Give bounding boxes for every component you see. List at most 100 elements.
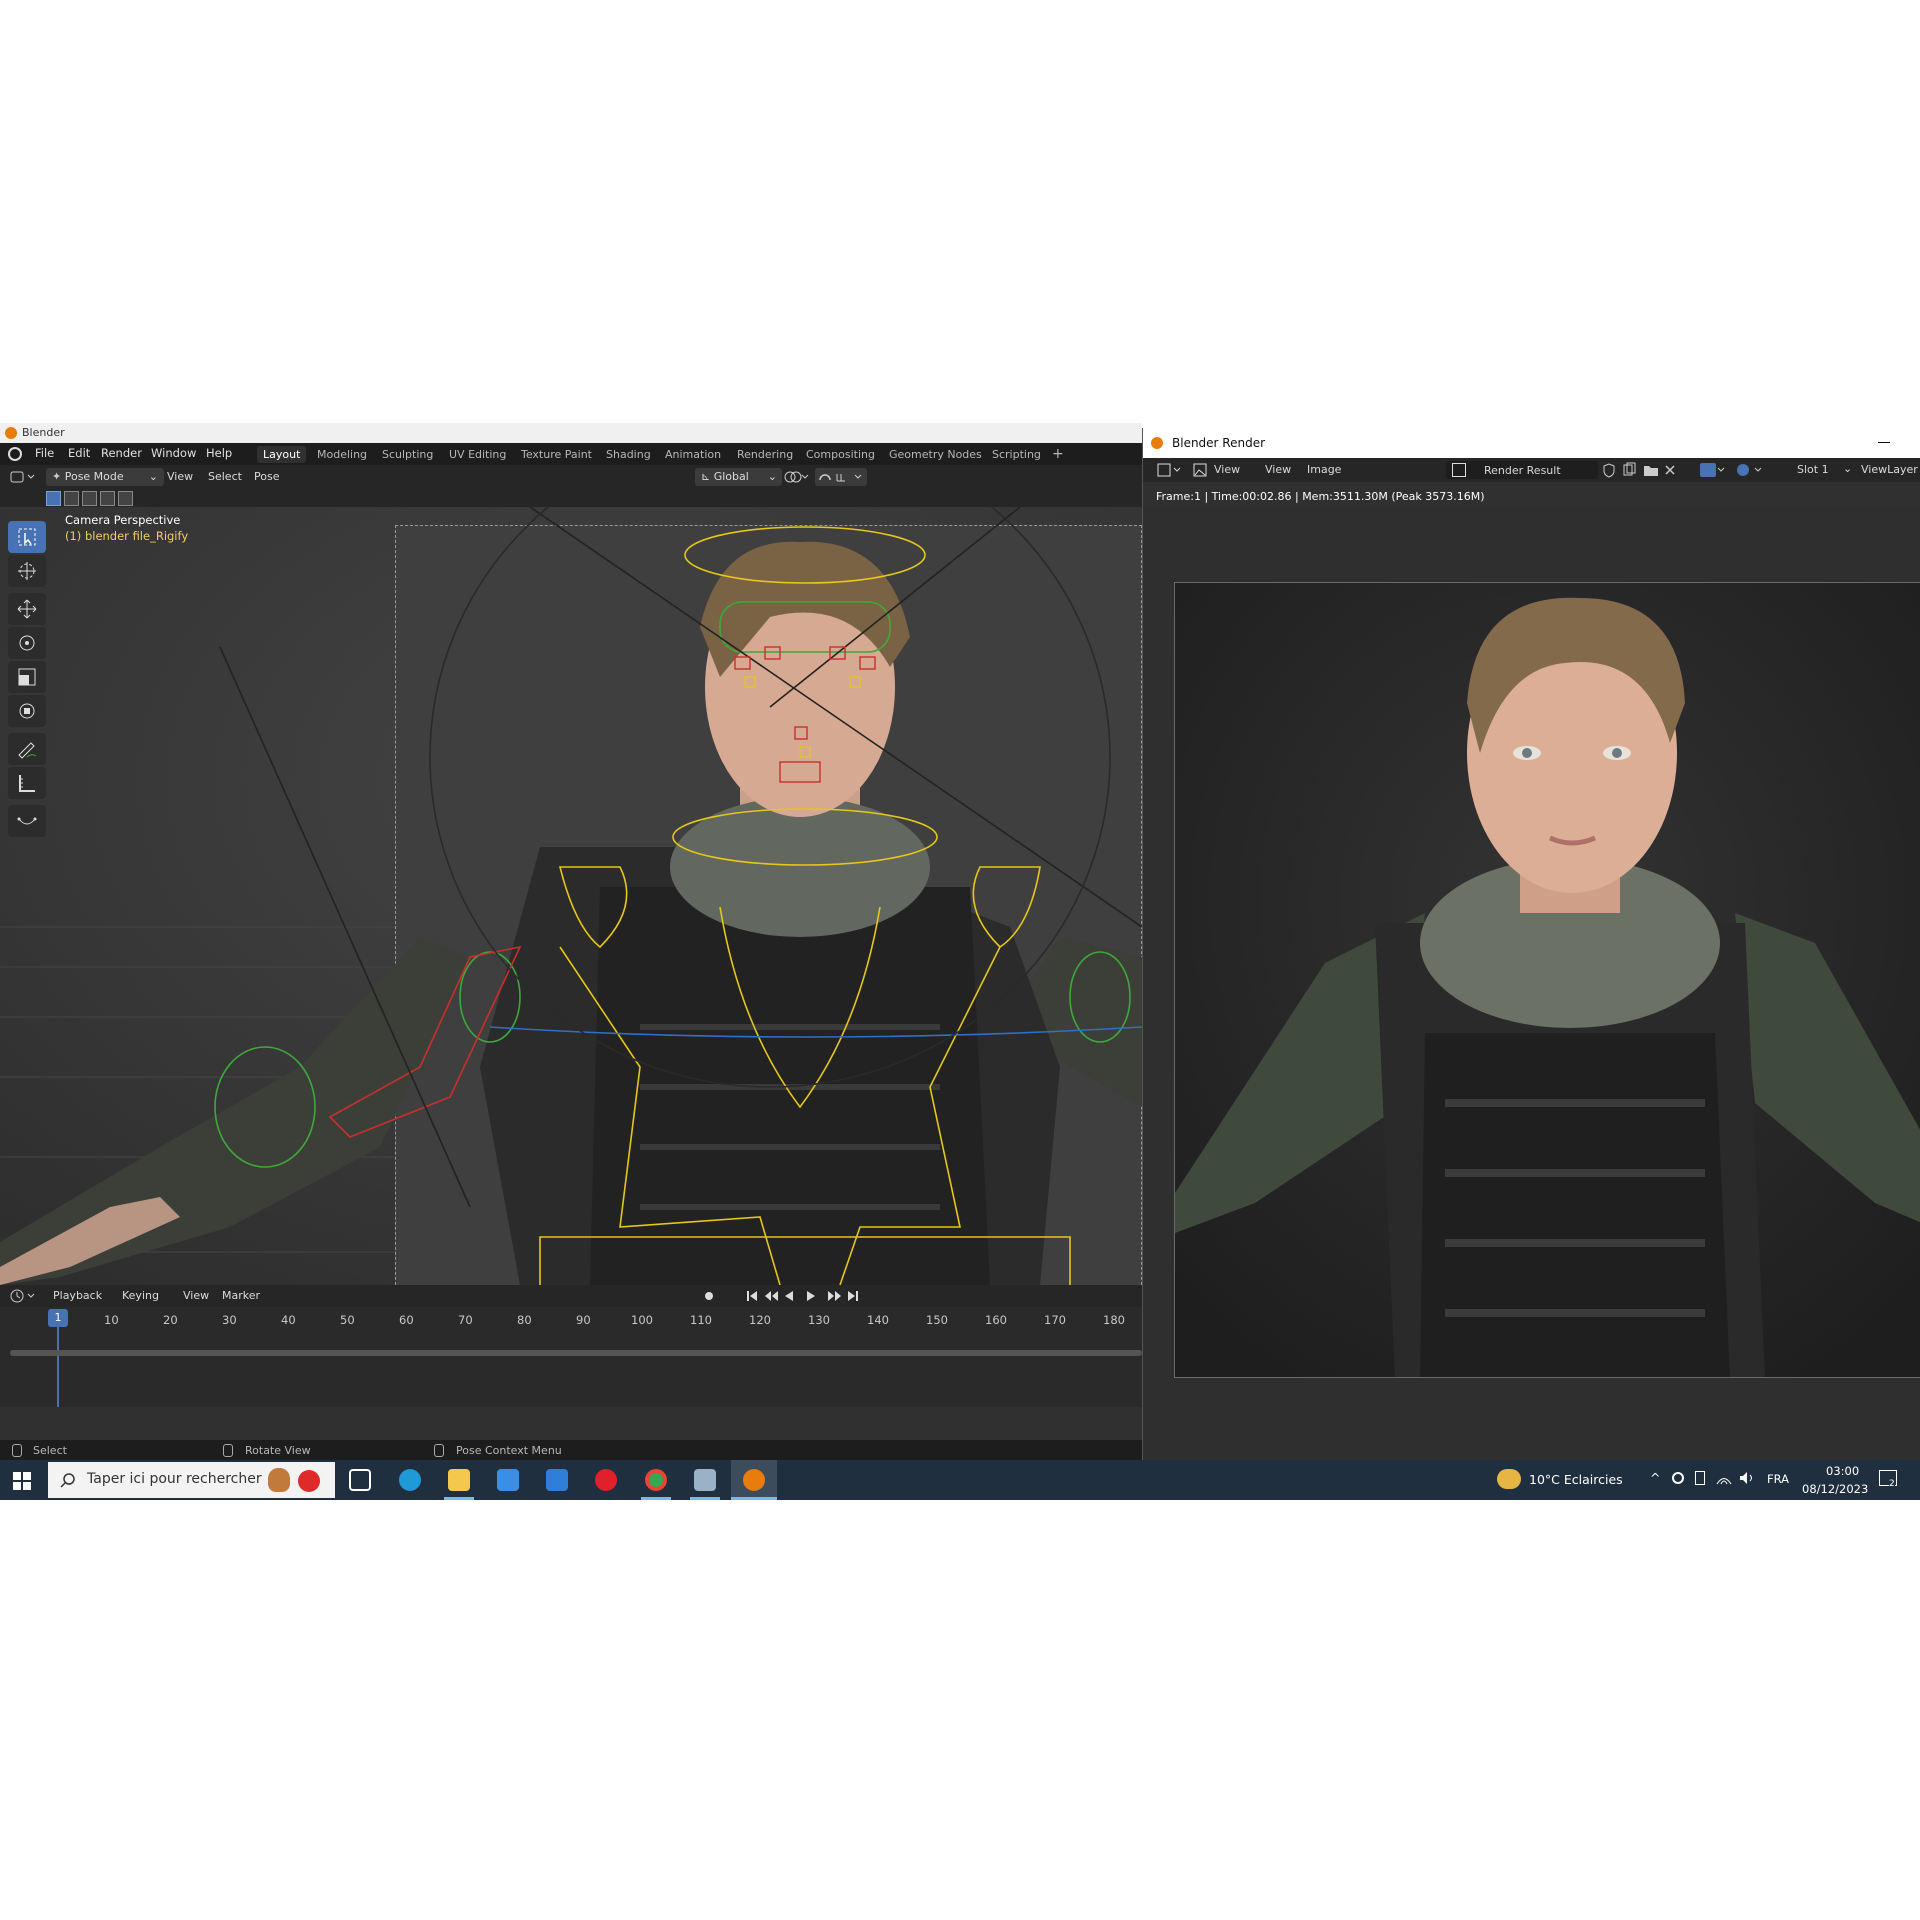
- render-result-label: Render Result: [1484, 464, 1561, 477]
- tab-compositing[interactable]: Compositing: [800, 446, 881, 463]
- slot-dropdown[interactable]: Slot 1 ⌄: [1793, 462, 1853, 478]
- image-editor-header: View View Image Render Result Slot 1 ⌄ V…: [1143, 458, 1920, 482]
- image-editor-type-icon[interactable]: [1157, 463, 1183, 477]
- clock-date[interactable]: 08/12/2023: [1802, 1482, 1868, 1496]
- timeline[interactable]: 1 10 20 30 40 50 60 70 80 90 100 110 120…: [0, 1307, 1142, 1407]
- measure-tool[interactable]: [8, 767, 46, 799]
- pivot-icon[interactable]: [782, 469, 810, 485]
- select-mode-subtract-icon[interactable]: [82, 491, 97, 506]
- record-icon[interactable]: [700, 1289, 730, 1303]
- tab-geometry-nodes[interactable]: Geometry Nodes: [883, 446, 988, 463]
- record-tray-icon[interactable]: [1672, 1472, 1684, 1484]
- menu-view[interactable]: View: [167, 470, 193, 483]
- viewport-header: ✦ Pose Mode ⌄ View Select Pose ⊾ Global ⌄: [0, 465, 1142, 489]
- scale-tool[interactable]: [8, 661, 46, 693]
- add-workspace-button[interactable]: +: [1046, 446, 1070, 463]
- mail-icon[interactable]: [546, 1469, 568, 1491]
- blender-menu-logo-icon[interactable]: [8, 447, 22, 461]
- tab-animation[interactable]: Animation: [659, 446, 727, 463]
- annotate-tool[interactable]: [8, 733, 46, 765]
- keying-menu[interactable]: Keying: [122, 1289, 159, 1302]
- menu-render[interactable]: Render: [101, 446, 142, 460]
- timeline-editor-icon[interactable]: [10, 1289, 38, 1303]
- menu-help[interactable]: Help: [206, 446, 232, 460]
- active-object-label: (1) blender file_Rigify: [65, 529, 189, 543]
- status-rotate-view: Rotate View: [245, 1444, 311, 1457]
- render-image-menu[interactable]: Image: [1307, 463, 1341, 476]
- select-mode-set-icon[interactable]: [46, 491, 61, 506]
- timeline-scrollbar[interactable]: [10, 1350, 1142, 1356]
- timeline-tick: 50: [340, 1313, 355, 1327]
- view-mode-dropdown[interactable]: View: [1193, 462, 1255, 478]
- menu-file[interactable]: File: [35, 446, 54, 460]
- menu-select[interactable]: Select: [208, 470, 242, 483]
- select-mode-invert-icon[interactable]: [100, 491, 115, 506]
- cursor-tool[interactable]: [8, 555, 46, 587]
- cursor-icon: [18, 562, 36, 580]
- tab-shading[interactable]: Shading: [600, 446, 657, 463]
- chevron-up-icon[interactable]: ^: [1650, 1470, 1660, 1485]
- editor-type-icon[interactable]: [10, 470, 38, 484]
- tab-scripting[interactable]: Scripting: [986, 446, 1047, 463]
- render-result-field[interactable]: Render Result: [1446, 461, 1598, 479]
- timeline-view-menu[interactable]: View: [183, 1289, 209, 1302]
- rotate-tool[interactable]: [8, 627, 46, 659]
- move-tool[interactable]: [8, 593, 46, 625]
- tab-uv-editing[interactable]: UV Editing: [443, 446, 512, 463]
- playback-menu[interactable]: Playback: [53, 1289, 102, 1302]
- search-placeholder: Taper ici pour rechercher: [87, 1471, 262, 1487]
- curve-tool[interactable]: [8, 805, 46, 837]
- snap-icon[interactable]: [815, 468, 867, 486]
- store-icon[interactable]: [497, 1469, 519, 1491]
- task-view-icon[interactable]: [349, 1469, 371, 1491]
- chrome-icon[interactable]: [645, 1469, 667, 1491]
- file-explorer-icon[interactable]: [448, 1469, 470, 1491]
- close-icon: [1665, 465, 1675, 475]
- clock-time[interactable]: 03:00: [1826, 1464, 1859, 1478]
- app-running-indicator: [690, 1497, 720, 1500]
- render-view-menu[interactable]: View: [1265, 463, 1291, 476]
- select-mode-extend-icon[interactable]: [64, 491, 79, 506]
- pin-icon: [1700, 463, 1716, 477]
- tab-rendering[interactable]: Rendering: [731, 446, 799, 463]
- blender-logo-icon: [1151, 437, 1163, 449]
- viewlayer-dropdown[interactable]: ViewLayer: [1861, 463, 1918, 476]
- taskbar-search[interactable]: Taper ici pour rechercher: [48, 1462, 335, 1498]
- select-box-tool[interactable]: [8, 521, 46, 553]
- minimize-icon[interactable]: [1878, 442, 1890, 443]
- menu-edit[interactable]: Edit: [68, 446, 90, 460]
- tab-layout[interactable]: Layout: [257, 446, 307, 463]
- move-icon: [17, 599, 37, 619]
- app-window-icon[interactable]: [694, 1469, 716, 1491]
- timeline-tick: 110: [690, 1313, 712, 1327]
- tab-modeling[interactable]: Modeling: [311, 446, 373, 463]
- timeline-tick: 120: [749, 1313, 771, 1327]
- opera-icon[interactable]: [595, 1469, 617, 1491]
- timeline-tick: 100: [631, 1313, 653, 1327]
- current-frame-indicator[interactable]: 1: [48, 1309, 68, 1327]
- tab-sculpting[interactable]: Sculpting: [376, 446, 439, 463]
- 3d-viewport[interactable]: Camera Perspective (1) blender file_Rigi…: [0, 507, 1142, 1285]
- blender-taskbar-button[interactable]: [731, 1460, 777, 1500]
- timeline-tick: 30: [222, 1313, 237, 1327]
- render-display-options[interactable]: [1698, 462, 1788, 478]
- select-mode-intersect-icon[interactable]: [118, 491, 133, 506]
- mode-dropdown[interactable]: ✦ Pose Mode ⌄: [46, 468, 164, 486]
- wifi-icon[interactable]: [1716, 1471, 1732, 1488]
- orientation-dropdown[interactable]: ⊾ Global ⌄: [695, 468, 782, 486]
- transform-tool[interactable]: [8, 695, 46, 727]
- edge-icon[interactable]: [399, 1469, 421, 1491]
- tab-texture-paint[interactable]: Texture Paint: [515, 446, 598, 463]
- windows-start-icon[interactable]: [13, 1472, 31, 1490]
- timeline-tick: 80: [517, 1313, 532, 1327]
- language-indicator[interactable]: FRA: [1767, 1472, 1789, 1486]
- weather-text[interactable]: 10°C Eclaircies: [1529, 1472, 1623, 1487]
- menu-pose[interactable]: Pose: [254, 470, 279, 483]
- menu-window[interactable]: Window: [151, 446, 196, 460]
- system-tray: 10°C Eclaircies ^ FRA 03:00 08/12/2023 2: [1492, 1460, 1920, 1500]
- device-icon[interactable]: [1695, 1471, 1705, 1485]
- marker-menu[interactable]: Marker: [222, 1289, 260, 1302]
- volume-icon[interactable]: [1739, 1471, 1755, 1488]
- weather-icon[interactable]: [1497, 1469, 1521, 1489]
- mouse-left-icon: [12, 1444, 22, 1457]
